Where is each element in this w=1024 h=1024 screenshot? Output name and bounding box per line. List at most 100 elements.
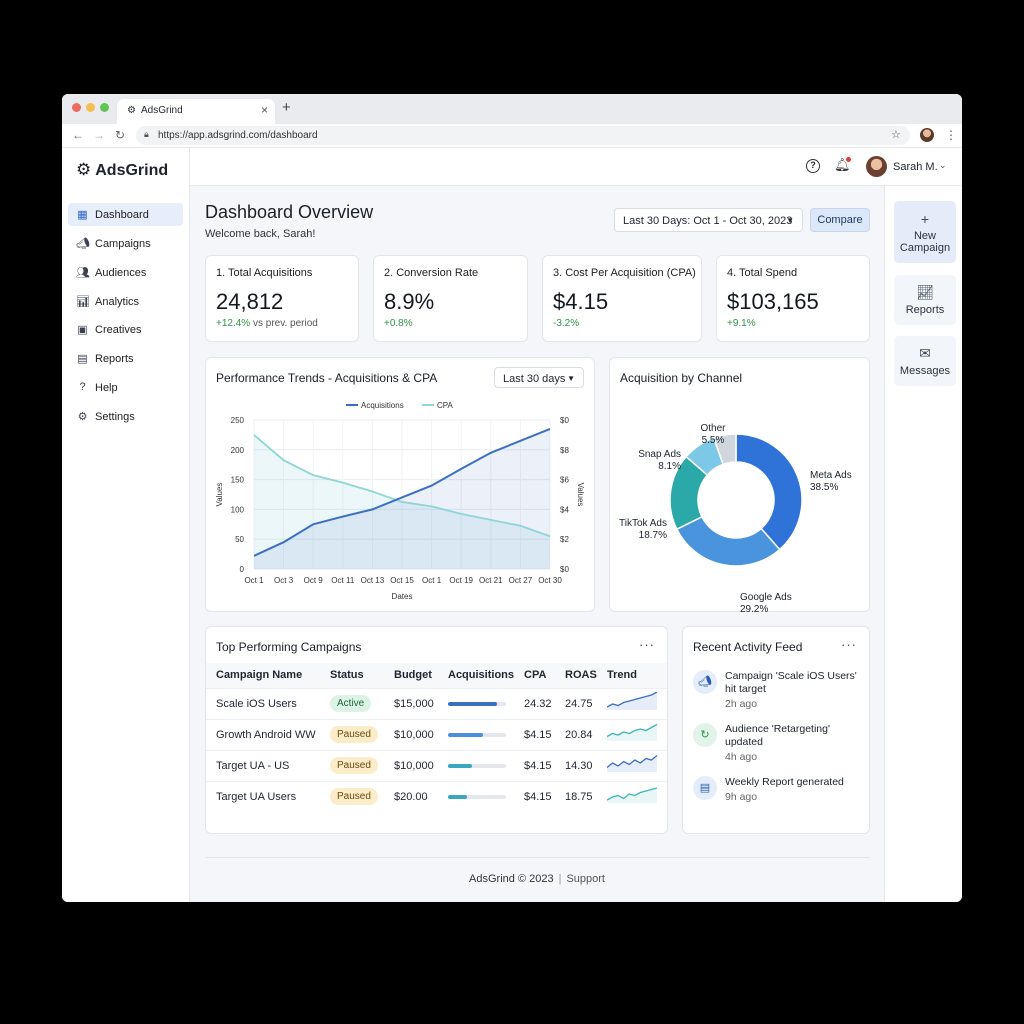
acquisitions-progress-fill bbox=[448, 701, 498, 706]
date-range-label: Last 30 Days: Oct 1 - Oct 30, 2023 bbox=[623, 215, 793, 227]
trends-period-select[interactable]: Last 30 days ▼ bbox=[494, 367, 584, 388]
kpi-label: 2. Conversion Rate bbox=[384, 267, 479, 279]
column-header[interactable]: Status bbox=[320, 663, 384, 688]
column-header[interactable]: Campaign Name bbox=[206, 663, 320, 688]
sidebar-item-analytics[interactable]: 📊︎ Analytics bbox=[68, 290, 183, 313]
sidebar-item-creatives[interactable]: ▣ Creatives bbox=[68, 318, 183, 341]
user-name[interactable]: Sarah M. bbox=[893, 161, 938, 173]
x-axis-label: Dates bbox=[392, 592, 413, 601]
more-options-icon[interactable]: ··· bbox=[841, 637, 857, 652]
maximize-window-dot[interactable] bbox=[100, 103, 109, 112]
acquisition-channel-card: Acquisition by Channel Meta Ads 38.5% Goog… bbox=[609, 357, 870, 612]
sidebar-item-reports[interactable]: ▤ Reports bbox=[68, 347, 183, 370]
users-icon: 👥︎ bbox=[76, 267, 90, 279]
mail-icon: ✉ bbox=[919, 345, 931, 361]
refresh-icon: ↻ bbox=[693, 723, 717, 747]
y-right-axis-label: Values bbox=[576, 483, 585, 507]
date-range-select[interactable]: Last 30 Days: Oct 1 - Oct 30, 2023 ▼ bbox=[614, 208, 803, 232]
line-chart-icon: 📈︎ bbox=[916, 284, 934, 300]
new-campaign-label: New Campaign bbox=[899, 230, 951, 254]
sidebar-item-help[interactable]: ? Help bbox=[68, 376, 183, 399]
acquisitions-progress-fill bbox=[448, 763, 473, 768]
slice-category-label: TikTok Ads bbox=[619, 518, 667, 529]
slice-category-label: Meta Ads bbox=[810, 470, 852, 481]
sidebar-item-dashboard[interactable]: ▦ Dashboard bbox=[68, 203, 183, 226]
browser-profile-avatar[interactable] bbox=[920, 128, 934, 142]
table-row[interactable]: Growth Android WW Paused $10,000 $4.15 2… bbox=[206, 718, 667, 750]
sidebar-item-label: Audiences bbox=[95, 267, 147, 279]
table-row[interactable]: Scale iOS Users Active $15,000 24.32 24.… bbox=[206, 687, 667, 719]
browser-menu-icon[interactable]: ⋮ bbox=[945, 128, 957, 142]
browser-tab[interactable]: ⚙ AdsGrind × bbox=[117, 99, 275, 124]
acquisitions-progress-bar bbox=[448, 701, 506, 706]
close-window-dot[interactable] bbox=[72, 103, 81, 112]
bar-chart-icon: 📊︎ bbox=[76, 296, 90, 308]
user-avatar[interactable] bbox=[866, 156, 887, 177]
new-tab-icon[interactable]: + bbox=[282, 99, 291, 116]
column-header[interactable]: ROAS bbox=[555, 663, 598, 688]
column-header[interactable]: CPA bbox=[514, 663, 556, 688]
campaign-name[interactable]: Growth Android WW bbox=[206, 718, 320, 750]
reports-button[interactable]: 📈︎ Reports bbox=[894, 275, 956, 325]
reload-icon[interactable]: ↻ bbox=[115, 128, 125, 142]
card-title: Recent Activity Feed bbox=[693, 640, 803, 654]
close-tab-icon[interactable]: × bbox=[261, 103, 268, 117]
app: ⚙ AdsGrind ▦ Dashboard 📣︎ Campaigns 👥︎ Au… bbox=[62, 148, 962, 902]
megaphone-icon: 📣︎ bbox=[693, 670, 717, 694]
slice-category-label: Other bbox=[700, 423, 726, 434]
budget-cell: $10,000 bbox=[384, 718, 438, 750]
compare-button[interactable]: Compare bbox=[810, 208, 870, 232]
cpa-cell: $4.15 bbox=[514, 749, 556, 781]
budget-cell: $15,000 bbox=[384, 687, 438, 719]
table-row[interactable]: Target UA Users Paused $20.00 $4.15 18.7… bbox=[206, 780, 667, 812]
y-right-tick-label: $4 bbox=[560, 505, 569, 514]
support-link[interactable]: Support bbox=[566, 873, 605, 885]
y-tick-label: 100 bbox=[231, 505, 245, 514]
kpi-delta: +0.8% bbox=[384, 318, 413, 329]
new-campaign-button[interactable]: + New Campaign bbox=[894, 201, 956, 263]
status-cell: Paused bbox=[320, 718, 384, 750]
column-header[interactable]: Trend bbox=[597, 663, 667, 688]
tab-title: AdsGrind bbox=[141, 105, 183, 116]
messages-button[interactable]: ✉ Messages bbox=[894, 336, 956, 386]
notification-dot bbox=[846, 157, 851, 162]
bookmark-star-icon[interactable]: ☆ bbox=[891, 128, 901, 141]
more-options-icon[interactable]: ··· bbox=[639, 637, 655, 652]
url-text: https://app.adsgrind.com/dashboard bbox=[158, 130, 318, 141]
gear-icon: ⚙ bbox=[77, 411, 88, 423]
brand-logo[interactable]: ⚙ AdsGrind bbox=[76, 160, 168, 180]
kpi-value: $4.15 bbox=[553, 289, 609, 314]
budget-cell: $10,000 bbox=[384, 749, 438, 781]
campaign-name[interactable]: Scale iOS Users bbox=[206, 687, 320, 719]
back-arrow-icon[interactable]: ← bbox=[72, 128, 84, 142]
minimize-window-dot[interactable] bbox=[86, 103, 95, 112]
roas-cell: 20.84 bbox=[555, 718, 598, 750]
acquisitions-cell bbox=[438, 780, 515, 812]
favicon-gear-icon: ⚙ bbox=[127, 105, 136, 116]
x-tick-label: Oct 1 bbox=[244, 576, 264, 585]
sidebar-item-settings[interactable]: ⚙ Settings bbox=[68, 405, 183, 428]
y-tick-label: 150 bbox=[231, 476, 245, 485]
trend-cell bbox=[597, 749, 667, 781]
trend-sparkline bbox=[606, 723, 658, 741]
url-field[interactable]: 🔒︎ https://app.adsgrind.com/dashboard bbox=[136, 126, 910, 145]
help-circle-icon[interactable]: ? bbox=[806, 159, 820, 173]
acquisitions-progress-bar bbox=[448, 732, 506, 737]
welcome-text: Welcome back, Sarah! bbox=[205, 228, 316, 240]
budget-cell: $20.00 bbox=[384, 780, 438, 812]
forward-arrow-icon[interactable]: → bbox=[93, 128, 105, 142]
legend-cpa-label: CPA bbox=[437, 401, 454, 410]
sidebar-item-campaigns[interactable]: 📣︎ Campaigns bbox=[68, 232, 183, 255]
document-icon: ▤ bbox=[77, 353, 88, 365]
sidebar-item-audiences[interactable]: 👥︎ Audiences bbox=[68, 261, 183, 284]
column-header[interactable]: Budget bbox=[384, 663, 438, 688]
acquisitions-progress-fill bbox=[448, 732, 483, 737]
performance-trends-card: Performance Trends - Acquisitions & CPA … bbox=[205, 357, 595, 612]
slice-value-label: 38.5% bbox=[810, 482, 838, 493]
campaign-name[interactable]: Target UA Users bbox=[206, 780, 320, 812]
column-header[interactable]: Acquisitions bbox=[438, 663, 515, 688]
image-icon: ▣ bbox=[77, 324, 88, 336]
campaign-name[interactable]: Target UA - US bbox=[206, 749, 320, 781]
table-row[interactable]: Target UA - US Paused $10,000 $4.15 14.3… bbox=[206, 749, 667, 781]
chevron-down-icon[interactable]: ⌄ bbox=[939, 160, 947, 171]
